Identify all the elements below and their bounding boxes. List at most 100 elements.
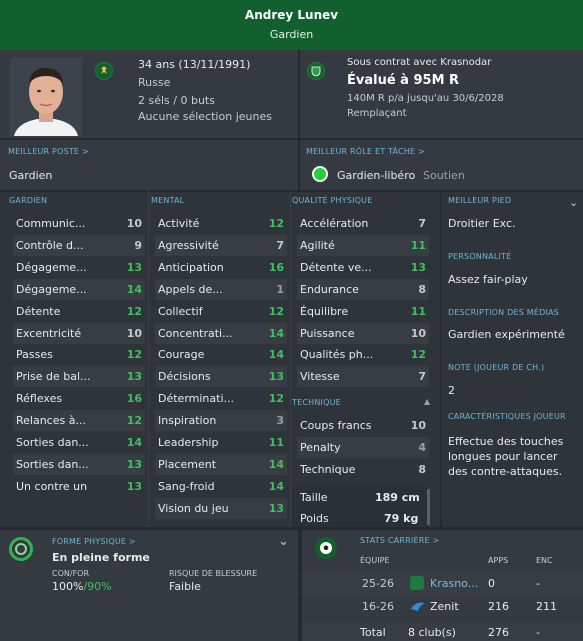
attribute-row[interactable]: Activité 12 [158,214,284,234]
attribute-row[interactable]: Concentrati... 14 [158,324,284,344]
attribute-row[interactable]: Prise de bal... 13 [16,367,142,387]
player-age: 34 ans (13/11/1991) [138,58,251,71]
contract-status[interactable]: Sous contrat avec Krasnodar [347,57,491,68]
attribute-name: Excentricité [16,326,82,340]
attribute-row[interactable]: Détente 12 [16,302,142,322]
player-wage: 140M R p/a jusqu'au 30/6/2028 [347,93,504,104]
attribute-row[interactable]: Décisions 13 [158,367,284,387]
club-link[interactable]: Krasno... [430,577,478,590]
foot-title: MEILLEUR PIED [448,196,512,205]
attribute-name: Agressivité [158,238,219,252]
mental-title: MENTAL [151,196,185,205]
attribute-name: Activité [158,217,200,230]
attribute-value: 7 [276,238,284,252]
attribute-value: 16 [126,392,142,406]
attribute-row[interactable]: Dégageme... 14 [16,280,142,300]
media-title: DESCRIPTION DES MÉDIAS [448,308,559,317]
club-name[interactable]: Zenit [430,600,459,613]
attribute-value: 13 [126,260,142,274]
attribute-row[interactable]: Excentricité 10 [16,324,142,344]
attribute-row[interactable]: Passes 12 [16,345,142,365]
attribute-name: Sang-froid [158,479,215,493]
divider [298,50,300,138]
nation-badge-icon[interactable] [95,62,113,80]
divider [0,190,583,192]
attribute-row[interactable]: Vision du jeu 13 [158,499,284,519]
traits-title: CARACTÉRISTIQUES JOUEUR [448,412,566,421]
attribute-row[interactable]: Sorties dan... 14 [16,433,142,453]
attribute-name: Sorties dan... [16,436,89,449]
attribute-row[interactable]: Dégageme... 13 [16,258,142,278]
attribute-value: 13 [268,370,284,384]
attribute-row[interactable]: Déterminati... 12 [158,389,284,409]
attribute-row[interactable]: Inspiration 3 [158,411,284,431]
total-label: Total [360,626,386,639]
attribute-row[interactable]: Placement 14 [158,455,284,475]
collapse-icon[interactable]: ▲ [424,397,430,406]
attribute-value: 11 [410,238,426,252]
attribute-row[interactable]: Accélération 7 [300,214,426,234]
attribute-row[interactable]: Penalty 4 [300,438,426,458]
attribute-row[interactable]: Un contre un 13 [16,477,142,497]
attribute-row[interactable]: Anticipation 16 [158,258,284,278]
attribute-row[interactable]: Contrôle d... 9 [16,236,142,256]
attribute-name: Passes [16,348,53,362]
attribute-row[interactable]: Collectif 12 [158,302,284,322]
attribute-row[interactable]: Courage 14 [158,345,284,365]
attribute-value: 13 [410,260,426,274]
player-nationality[interactable]: Russe [138,76,170,89]
attribute-row[interactable]: Technique 8 [300,460,426,480]
attribute-name: Communic... [16,217,86,230]
divider [298,140,300,190]
attribute-name: Concentrati... [158,326,233,340]
height-value: 189 cm [375,491,420,504]
fitness-title: FORME PHYSIQUE > [52,537,136,546]
attribute-name: Un contre un [16,479,88,493]
attribute-name: Inspiration [158,414,217,428]
attribute-row[interactable]: Leadership 11 [158,433,284,453]
attribute-row[interactable]: Qualités ph... 12 [300,345,426,365]
attribute-value: 7 [418,217,426,230]
scrollbar[interactable] [427,489,430,525]
player-name: Andrey Lunev [244,8,339,22]
attribute-value: 3 [276,414,284,428]
attribute-row[interactable]: Agressivité 7 [158,236,284,256]
attribute-value: 11 [268,436,284,449]
attribute-row[interactable]: Détente ve... 13 [300,258,426,278]
attribute-name: Relances à... [16,414,86,428]
chevron-down-icon[interactable]: ⌄ [278,534,289,549]
attribute-row[interactable]: Équilibre 11 [300,302,426,322]
attribute-row[interactable]: Communic... 10 [16,214,142,234]
attribute-row[interactable]: Puissance 10 [300,324,426,344]
fitness-panel[interactable] [0,530,298,641]
attribute-row[interactable]: Réflexes 16 [16,389,142,409]
attribute-row[interactable]: Relances à... 12 [16,411,142,431]
attribute-row[interactable]: Coups francs 10 [300,416,426,436]
season: 16-26 [362,600,394,613]
condition-label: CON/FOR [52,569,90,578]
career-title: STATS CARRIÈRE > [360,536,440,545]
attribute-name: Penalty [300,440,341,454]
player-youth-caps: Aucune sélection jeunes [138,110,272,123]
chevron-down-icon[interactable]: ⌄ [569,196,578,209]
attribute-row[interactable]: Vitesse 7 [300,367,426,387]
attribute-row[interactable]: Endurance 8 [300,280,426,300]
attribute-name: Accélération [300,217,369,230]
club-badge-icon[interactable] [307,62,325,80]
total-apps: 276 [488,626,509,639]
attribute-name: Réflexes [16,392,63,406]
attribute-row[interactable]: Sorties dan... 13 [16,455,142,475]
best-position-title: MEILLEUR POSTE > [8,147,89,156]
attribute-name: Endurance [300,282,359,296]
col-apps: APPS [488,556,509,565]
attribute-row[interactable]: Appels de... 1 [158,280,284,300]
attribute-name: Agilité [300,238,335,252]
attribute-value: 11 [410,304,426,318]
attribute-row[interactable]: Sang-froid 14 [158,477,284,497]
attribute-value: 8 [418,462,426,476]
attribute-name: Dégageme... [16,282,87,296]
best-position-value: Gardien [9,169,53,182]
player-value: Évalué à 95M R [347,73,460,88]
attribute-value: 14 [268,348,284,362]
attribute-row[interactable]: Agilité 11 [300,236,426,256]
